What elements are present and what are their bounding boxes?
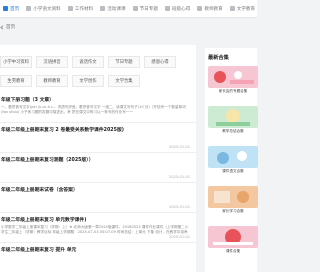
collection-caption: 教学总结合集: [222, 129, 244, 133]
article-date: 2025-01-01: [169, 145, 190, 149]
sidebar-title: 最新合集: [208, 55, 229, 61]
activity-icon: [100, 6, 106, 11]
category-tag[interactable]: 说话作文: [72, 56, 104, 68]
nav-item-home[interactable]: 首页: [3, 6, 19, 12]
list-item[interactable]: 年级二年级上册期末复习 单元数学课件) 小学数学二年级上册课本复习（学期：上）★…: [0, 213, 196, 243]
article-title[interactable]: 年级二年级上册期末复习测题（2025版））: [1, 156, 196, 163]
breadcrumb: 首页: [0, 24, 15, 30]
category-grid: 小学中习资料 汉语拼音 说话作文 节日专题 感恩心得 生劳教育 教师教育 文学创…: [0, 45, 196, 87]
document-icon: [67, 6, 73, 11]
photo-icon[interactable]: [208, 66, 258, 88]
collection-caption: 课件语文合集: [222, 169, 244, 173]
nav-label: 节日专题: [139, 6, 158, 12]
article-date: 2025-01-01: [169, 175, 190, 179]
nav-item-teacher[interactable]: 教师教育: [197, 6, 223, 12]
list-item[interactable]: 年级二年级上册期末复习测题（2025版）） 2025-01-01: [0, 153, 196, 183]
nav-item-literature[interactable]: 文学教育: [229, 6, 256, 12]
nav-label: 班级心得: [171, 6, 191, 12]
article-desc: 小学数学二年级上册课本复习（学期：上）★ 北师大版第一章2025版课件，2018…: [1, 225, 189, 234]
home-icon: [3, 6, 8, 11]
article-title[interactable]: 年级二年级上册期末复习 提升 单元: [1, 246, 196, 253]
category-tag[interactable]: 教师教育: [36, 75, 68, 87]
photo-icon[interactable]: [208, 186, 258, 208]
nav-label: 教师教育: [204, 6, 223, 12]
article-desc: [1, 135, 191, 145]
nav-label: 小学语文资料: [33, 6, 61, 12]
teacher-icon: [197, 6, 203, 11]
list-item[interactable]: 年级二年级上册期末复习 2 卷最受关系数学课件2025版) 2025-01-01: [0, 123, 196, 153]
photo-icon[interactable]: [208, 146, 258, 168]
category-tag[interactable]: 生劳教育: [0, 75, 32, 87]
nav-label: 活动课课: [107, 6, 126, 12]
breadcrumb-current[interactable]: 首页: [6, 24, 15, 30]
nav-item-festival[interactable]: 节日专题: [132, 6, 158, 12]
photo-icon[interactable]: [208, 106, 258, 128]
sidebar: 最新合集 家长会的专题合集 教学总结合集 课件语文合集 家长学习合集 课件合集: [205, 48, 258, 272]
article-list: 年级下册习题（3 文章） 一、看拼音写汉字(pei jù cu ō c... 词…: [0, 93, 196, 272]
collection-caption: 家长学习合集: [222, 209, 244, 213]
article-desc: 一、看拼音写汉字(pei jù cu ō c... 词语写拼音。看拼音写汉字 一…: [1, 105, 186, 114]
article-title[interactable]: 年级二年级上册期末复习 2 卷最受关系数学课件2025版): [1, 126, 196, 133]
article-date: 2025-01-01: [169, 235, 190, 239]
collection-card[interactable]: 教学总结合集: [208, 106, 258, 134]
category-tag[interactable]: 感恩心得: [144, 56, 176, 68]
article-title[interactable]: 年级二年级上册期末复习 单元数学课件): [1, 216, 196, 223]
article-desc: [1, 255, 191, 265]
list-item[interactable]: 年级二年级上册期末复习 提升 单元: [0, 243, 196, 272]
users-icon: [164, 6, 170, 11]
article-desc: [1, 165, 191, 175]
list-item[interactable]: 年级二年级上册期末试卷（含答案） 2025-01-01: [0, 183, 196, 213]
article-title[interactable]: 年级下册习题（3 文章）: [1, 96, 196, 103]
pen-icon: [229, 6, 235, 11]
nav-label: 首页: [10, 6, 20, 12]
category-tag[interactable]: 汉语拼音: [36, 56, 68, 68]
article-desc: [1, 195, 191, 205]
category-tag[interactable]: 节日专题: [108, 56, 140, 68]
article-title[interactable]: 年级二年级上册期末试卷（含答案）: [1, 186, 196, 193]
list-item[interactable]: 年级下册习题（3 文章） 一、看拼音写汉字(pei jù cu ō c... 词…: [0, 93, 196, 123]
calendar-icon: [132, 6, 138, 11]
nav-item-activity[interactable]: 活动课课: [100, 6, 126, 12]
collection-card[interactable]: 课件语文合集: [208, 146, 258, 174]
photo-icon[interactable]: [208, 226, 258, 248]
main-content: 小学中习资料 汉语拼音 说话作文 节日专题 感恩心得 生劳教育 教师教育 文学创…: [0, 45, 196, 272]
collection-caption: 课件合集: [225, 249, 241, 253]
collection-card[interactable]: 家长会的专题合集: [208, 66, 258, 94]
category-tag[interactable]: 文学创作: [72, 75, 104, 87]
nav-item-class[interactable]: 班级心得: [164, 6, 191, 12]
nav-label: 文学教育: [236, 6, 256, 12]
book-icon: [26, 6, 32, 11]
collection-card[interactable]: 课件合集: [208, 226, 258, 254]
category-tag[interactable]: 文学合集: [108, 75, 140, 87]
collection-caption: 家长会的专题合集: [218, 89, 248, 93]
nav-item-work[interactable]: 工作材料: [67, 6, 94, 12]
chevron-icon: [0, 24, 5, 30]
top-navigation: 首页 小学语文资料 工作材料 活动课课 节日专题 班级心得 教师教育 文学教育: [0, 0, 257, 18]
collection-card[interactable]: 家长学习合集: [208, 186, 258, 214]
article-date: 2025-01-01: [169, 205, 190, 209]
nav-item-chinese[interactable]: 小学语文资料: [26, 6, 61, 12]
nav-label: 工作材料: [74, 6, 94, 12]
category-tag[interactable]: 小学中习资料: [0, 56, 32, 68]
